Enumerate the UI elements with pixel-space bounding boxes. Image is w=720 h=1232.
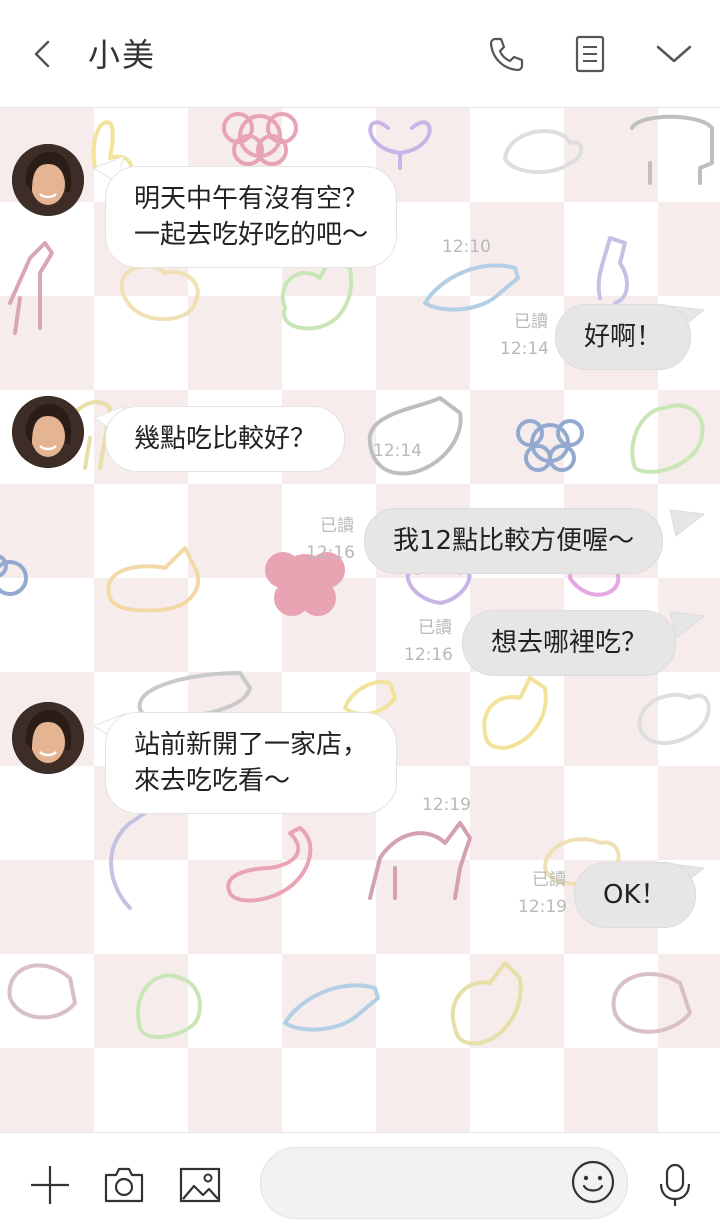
- message-time: 12:16: [306, 543, 355, 563]
- avatar[interactable]: [12, 144, 84, 216]
- message-time: 12:14: [500, 339, 549, 359]
- image-icon[interactable]: [176, 1161, 224, 1209]
- message-text: 一起去吃好吃的吧～: [134, 220, 369, 250]
- chat-header: 小美: [0, 0, 720, 108]
- read-receipt: 已讀: [532, 870, 566, 890]
- chat-area[interactable]: 明天中午有沒有空？ 一起去吃好吃的吧～ 12:10 已讀 12:14 好啊！ 幾…: [0, 108, 720, 1132]
- message-text: 站前新開了一家店，: [134, 730, 369, 760]
- microphone-icon[interactable]: [651, 1161, 699, 1209]
- message-time: 12:19: [518, 897, 567, 917]
- chevron-down-icon[interactable]: [650, 30, 698, 78]
- message-bubble-outgoing[interactable]: 我12點比較方便喔～: [364, 508, 664, 574]
- message-text: 我12點比較方便喔～: [393, 526, 635, 556]
- message-time: 12:19: [422, 795, 471, 815]
- read-receipt: 已讀: [418, 618, 452, 638]
- contact-name[interactable]: 小美: [88, 30, 156, 76]
- message-bubble-incoming[interactable]: 幾點吃比較好？: [105, 406, 346, 472]
- message-text: 好啊！: [584, 322, 663, 352]
- avatar[interactable]: [12, 702, 84, 774]
- message-time: 12:10: [442, 237, 491, 257]
- message-text: 來去吃吃看～: [134, 766, 291, 796]
- back-arrow-icon[interactable]: [24, 34, 60, 74]
- phone-icon[interactable]: [482, 30, 530, 78]
- notes-icon[interactable]: [566, 30, 614, 78]
- message-bubble-incoming[interactable]: 站前新開了一家店， 來去吃吃看～: [105, 712, 398, 814]
- message-bubble-incoming[interactable]: 明天中午有沒有空？ 一起去吃好吃的吧～: [105, 166, 398, 268]
- message-bubble-outgoing[interactable]: OK！: [574, 862, 696, 928]
- message-text: 想去哪裡吃？: [491, 628, 648, 658]
- plus-icon[interactable]: [26, 1161, 74, 1209]
- message-time: 12:14: [373, 441, 422, 461]
- avatar[interactable]: [12, 396, 84, 468]
- read-receipt: 已讀: [514, 312, 548, 332]
- message-bubble-outgoing[interactable]: 想去哪裡吃？: [462, 610, 677, 676]
- emoji-icon[interactable]: [570, 1159, 616, 1205]
- message-text: 幾點吃比較好？: [134, 424, 317, 454]
- message-input[interactable]: [281, 1164, 561, 1204]
- message-text: 明天中午有沒有空？: [134, 184, 369, 214]
- message-time: 12:16: [404, 645, 453, 665]
- read-receipt: 已讀: [320, 516, 354, 536]
- message-bubble-outgoing[interactable]: 好啊！: [555, 304, 692, 370]
- message-text: OK！: [603, 880, 667, 910]
- camera-icon[interactable]: [100, 1161, 148, 1209]
